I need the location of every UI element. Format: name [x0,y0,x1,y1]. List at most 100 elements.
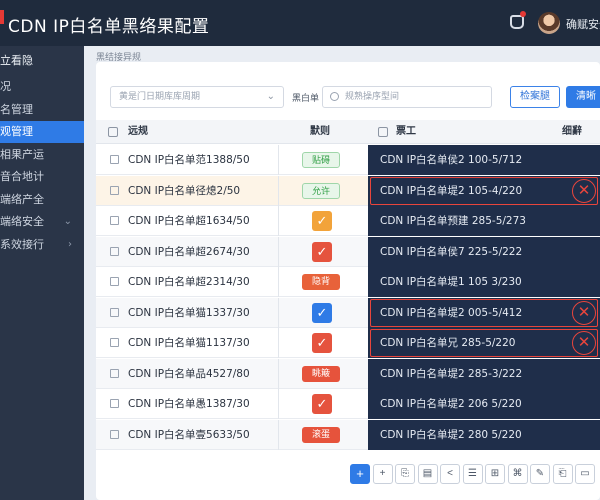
header-name[interactable]: 远规 [128,120,148,144]
back-icon[interactable]: < [440,464,460,484]
alert-outline [370,176,598,205]
sidebar-item[interactable]: 观管理 [0,121,84,143]
link-icon[interactable]: ⌘ [507,464,528,484]
user-name[interactable]: 确赋安全 [566,16,600,32]
grid-icon[interactable]: ▤ [417,464,438,484]
target-value: CDN IP白名单预建 285-5/273 [380,215,526,227]
chevron-icon: › [68,238,72,250]
status-check-icon[interactable]: ✓ [312,333,332,353]
main-content: 黑结接异规 黄是门日期库库周期 ⌄ 黑白单 规熟操序型间 检案腿 清晰 远规 默… [90,46,600,500]
row-checkbox[interactable] [110,216,119,225]
status-badge[interactable]: 贴碍 [302,152,340,168]
table-row[interactable]: CDN IP白名单超1634/50 ✓ CDN IP白名单预建 285-5/273 [96,206,600,236]
header-action[interactable]: 细辭 [562,120,582,144]
table-row[interactable]: CDN IP白名单壹5633/50 滚蛋 CDN IP白名单堤2 280 5/220 [96,419,600,450]
status-check-icon[interactable]: ✓ [312,211,332,231]
target-value: CDN IP白名单堤1 105 3/230 [380,276,522,288]
sidebar-item[interactable]: 相果产运 [0,144,84,166]
row-checkbox[interactable] [110,155,119,164]
sidebar-item[interactable]: 端络产全 [0,189,84,211]
rule-name: CDN IP白名单范1388/50 [128,154,250,166]
sidebar-item[interactable]: 音合地计 [0,166,84,188]
table-row[interactable]: CDN IP白名单猫1337/30 ✓ CDN IP白名单堤2 005-5/412 ✕ [96,297,600,328]
target-value: CDN IP白名单侯2 100-5/712 [380,154,523,166]
row-checkbox[interactable] [110,246,119,256]
rule-name: CDN IP白名单壹5633/50 [128,428,250,441]
top-bar: CDN IP白名单黑络果配置 确赋安全 [0,0,600,46]
row-checkbox[interactable] [110,429,119,439]
query-button[interactable]: 检案腿 [510,86,560,108]
window-icon[interactable]: ▭ [575,464,595,484]
table-row[interactable]: CDN IP白名单超2674/30 ✓ CDN IP白名单侯7 225-5/222 [96,236,600,267]
sidebar-item[interactable]: 系效接行 › [0,234,84,256]
sidebar-item-label: 端络安全 [0,215,44,228]
table-row[interactable]: CDN IP白名单范1388/50 贴碍 CDN IP白名单侯2 100-5/712 [96,145,600,175]
rule-name: CDN IP白名单超1634/50 [128,215,250,227]
close-circle-icon[interactable]: ✕ [572,178,596,203]
status-badge[interactable]: 允许 [302,182,340,199]
plus-primary-icon[interactable]: + [350,464,370,484]
target-value: CDN IP白名单堤2 285-3/222 [380,367,523,380]
avatar[interactable] [538,12,560,34]
row-checkbox[interactable] [110,338,119,347]
copy-icon[interactable]: ⎘ [395,464,415,484]
target-value: CDN IP白名单堤2 206 5/220 [380,398,522,410]
table-row[interactable]: CDN IP白名单愚1387/30 ✓ CDN IP白名单堤2 206 5/220 [96,389,600,419]
table-header: 远规 默则 票工 细辭 [96,120,600,144]
list-type-label: 黑白单 [292,94,320,104]
list-icon[interactable]: ☰ [462,464,483,484]
clear-button[interactable]: 清晰 [566,86,600,108]
status-badge[interactable]: 眺簸 [302,365,340,382]
target-value: CDN IP白名单堤2 280 5/220 [380,428,522,441]
tree-icon[interactable]: ⊞ [485,464,505,484]
row-checkbox[interactable] [110,307,119,317]
status-check-icon[interactable]: ✓ [312,394,332,414]
header-target[interactable]: 票工 [396,120,416,144]
column-divider [278,206,279,236]
rule-name: CDN IP白名单超2314/30 [128,276,250,288]
status-check-icon[interactable]: ✓ [312,241,332,262]
edit-icon[interactable]: ✎ [530,464,550,484]
alert-outline [370,298,598,327]
rule-name: CDN IP白名单猫1337/30 [128,306,250,319]
column-settings-icon[interactable] [108,127,118,137]
plus-icon[interactable]: + [372,464,393,484]
sidebar: 立看隐 况名管理 观管理 相果产运 音合地计 端络产全 端络安全 ⌄ 系效接行 › [0,46,84,500]
paste-icon[interactable]: ⎗ [552,464,573,484]
sidebar-item-label: 系效接行 [0,237,44,251]
chevron-down-icon: ⌄ [266,91,275,102]
sidebar-item-label: 音合地计 [0,170,44,183]
table-row[interactable]: CDN IP白名单品4527/80 眺簸 CDN IP白名单堤2 285-3/222 [96,358,600,389]
date-filter-select[interactable]: 黄是门日期库库周期 ⌄ [110,86,284,108]
rule-name: CDN IP白名单径熄2/50 [128,184,241,197]
status-check-icon[interactable]: ✓ [312,302,332,323]
row-checkbox[interactable] [110,368,119,378]
table-row[interactable]: CDN IP白名单径熄2/50 允许 CDN IP白名单堤2 105-4/220 ✕ [96,175,600,206]
sidebar-item[interactable]: 况 [0,76,84,98]
date-filter-placeholder: 黄是门日期库库周期 [119,92,201,102]
row-checkbox[interactable] [110,399,119,408]
close-circle-icon[interactable]: ✕ [572,300,596,325]
bell-icon[interactable] [510,15,524,29]
header-status[interactable]: 默则 [310,120,330,144]
sidebar-item-label: 观管理 [0,125,33,138]
status-badge[interactable]: 隐背 [302,274,340,290]
sidebar-item-label: 名管理 [0,102,33,116]
column-divider [278,236,279,267]
column-divider [278,267,279,297]
table-row[interactable]: CDN IP白名单猫1137/30 ✓ CDN IP白名单兄 285-5/220 ✕ [96,328,600,358]
sidebar-item[interactable]: 名管理 [0,99,84,121]
sidebar-item-label: 况 [0,80,11,93]
table-row[interactable]: CDN IP白名单超2314/30 隐背 CDN IP白名单堤1 105 3/230 [96,267,600,297]
column-divider [278,297,279,328]
sidebar-item[interactable]: 端络安全 ⌄ [0,211,84,233]
row-checkbox[interactable] [110,185,119,195]
search-icon [330,92,339,101]
rule-panel: 黄是门日期库库周期 ⌄ 黑白单 规熟操序型间 检案腿 清晰 远规 默则 票工 细… [96,62,600,500]
rule-name: CDN IP白名单愚1387/30 [128,398,250,410]
search-input[interactable]: 规熟操序型间 [322,86,492,108]
row-checkbox[interactable] [110,277,119,286]
status-badge[interactable]: 滚蛋 [302,426,340,443]
notification-dot [520,11,526,17]
close-circle-icon[interactable]: ✕ [572,331,596,355]
